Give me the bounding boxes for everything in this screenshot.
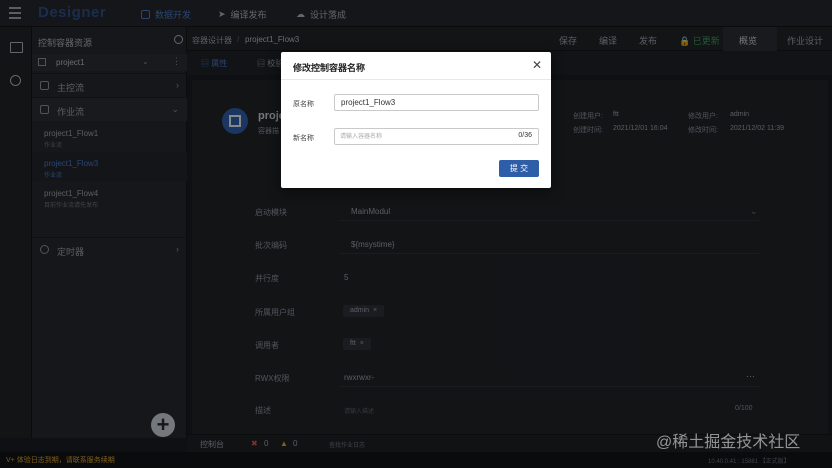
dialog-title: 修改控制容器名称 [293, 63, 366, 73]
new-name-input[interactable] [340, 131, 500, 142]
old-name-field: project1_Flow3 [334, 94, 539, 111]
old-name-label: 原名称 [293, 101, 314, 108]
watermark: @稀土掘金技术社区 [656, 434, 801, 451]
app-root: Designer 数据开发 ➤ 编译发布 ☁ 设计落成 控制容器资源 proje… [0, 0, 832, 468]
new-name-counter: 0/36 [518, 132, 532, 139]
divider [281, 79, 551, 80]
close-icon[interactable]: ✕ [532, 59, 542, 71]
new-name-field[interactable]: 0/36 [334, 128, 539, 145]
submit-button[interactable]: 提 交 [499, 160, 539, 177]
old-name-value: project1_Flow3 [341, 98, 396, 107]
new-name-label: 新名称 [293, 135, 314, 142]
rename-dialog: 修改控制容器名称 ✕ 原名称 project1_Flow3 新名称 0/36 提… [281, 52, 551, 188]
